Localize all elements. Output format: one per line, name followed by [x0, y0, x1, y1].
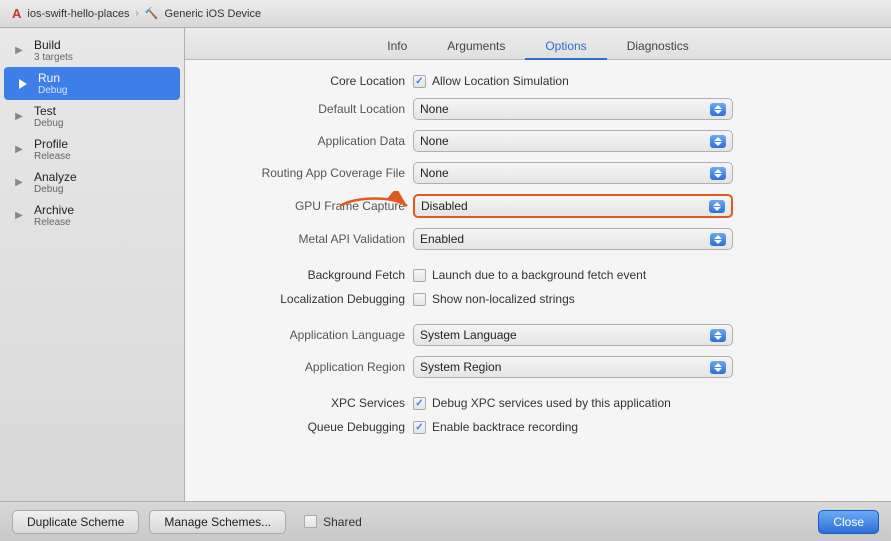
- queue-debugging-checkbox-row: Enable backtrace recording: [413, 420, 578, 434]
- application-region-row: Application Region System Region: [205, 356, 871, 378]
- shared-area: Shared: [304, 515, 362, 529]
- default-location-select[interactable]: None: [413, 98, 733, 120]
- bottom-bar: Duplicate Scheme Manage Schemes... Share…: [0, 501, 891, 541]
- profile-icon: ▶: [10, 144, 28, 155]
- localization-debugging-checkbox-label: Show non-localized strings: [432, 292, 575, 306]
- application-region-control: System Region: [413, 356, 733, 378]
- gpu-frame-capture-control: Disabled: [413, 194, 733, 218]
- device-name: Generic iOS Device: [165, 8, 262, 20]
- annotation-arrow: [335, 191, 415, 221]
- run-icon: [14, 79, 32, 89]
- application-language-control: System Language: [413, 324, 733, 346]
- background-fetch-row: Background Fetch Launch due to a backgro…: [205, 268, 871, 282]
- gpu-frame-capture-arrow: [709, 200, 725, 213]
- application-language-select[interactable]: System Language: [413, 324, 733, 346]
- duplicate-scheme-button[interactable]: Duplicate Scheme: [12, 510, 139, 534]
- archive-icon: ▶: [10, 210, 28, 221]
- routing-app-coverage-label: Routing App Coverage File: [205, 166, 405, 180]
- application-language-arrow: [710, 329, 726, 342]
- application-region-select[interactable]: System Region: [413, 356, 733, 378]
- queue-debugging-row: Queue Debugging Enable backtrace recordi…: [205, 420, 871, 434]
- application-region-arrow: [710, 361, 726, 374]
- application-data-label: Application Data: [205, 134, 405, 148]
- close-button[interactable]: Close: [818, 510, 879, 534]
- routing-app-coverage-select[interactable]: None: [413, 162, 733, 184]
- sidebar-item-build[interactable]: ▶ Build 3 targets: [0, 34, 184, 67]
- xpc-services-checkbox-label: Debug XPC services used by this applicat…: [432, 396, 671, 410]
- localization-debugging-checkbox[interactable]: [413, 293, 426, 306]
- routing-app-coverage-control: None: [413, 162, 733, 184]
- queue-debugging-checkbox-label: Enable backtrace recording: [432, 420, 578, 434]
- metal-api-validation-label: Metal API Validation: [205, 232, 405, 246]
- metal-api-validation-control: Enabled: [413, 228, 733, 250]
- project-name: ios-swift-hello-places: [27, 8, 129, 20]
- main-container: ▶ Build 3 targets Run Debug ▶ Test Debug: [0, 28, 891, 501]
- sidebar: ▶ Build 3 targets Run Debug ▶ Test Debug: [0, 28, 185, 501]
- application-data-select[interactable]: None: [413, 130, 733, 152]
- background-fetch-label: Background Fetch: [205, 268, 405, 282]
- analyze-icon: ▶: [10, 177, 28, 188]
- default-location-control: None: [413, 98, 733, 120]
- title-bar: A ios-swift-hello-places › 🔨 Generic iOS…: [0, 0, 891, 28]
- core-location-row: Core Location Allow Location Simulation: [205, 74, 871, 88]
- core-location-checkbox-label: Allow Location Simulation: [432, 74, 569, 88]
- manage-schemes-button[interactable]: Manage Schemes...: [149, 510, 286, 534]
- metal-api-validation-select[interactable]: Enabled: [413, 228, 733, 250]
- gpu-frame-capture-select[interactable]: Disabled: [413, 194, 733, 218]
- application-language-label: Application Language: [205, 328, 405, 342]
- core-location-checkbox-row: Allow Location Simulation: [413, 74, 569, 88]
- breadcrumb-chevron: ›: [135, 8, 138, 19]
- queue-debugging-checkbox[interactable]: [413, 421, 426, 434]
- application-region-label: Application Region: [205, 360, 405, 374]
- core-location-checkbox[interactable]: [413, 75, 426, 88]
- shared-checkbox[interactable]: [304, 515, 317, 528]
- application-data-control: None: [413, 130, 733, 152]
- xpc-services-checkbox-row: Debug XPC services used by this applicat…: [413, 396, 671, 410]
- background-fetch-checkbox[interactable]: [413, 269, 426, 282]
- sidebar-item-test[interactable]: ▶ Test Debug: [0, 100, 184, 133]
- xpc-services-row: XPC Services Debug XPC services used by …: [205, 396, 871, 410]
- sidebar-item-run[interactable]: Run Debug: [4, 67, 180, 100]
- background-fetch-checkbox-row: Launch due to a background fetch event: [413, 268, 646, 282]
- localization-debugging-row: Localization Debugging Show non-localize…: [205, 292, 871, 306]
- metal-api-validation-arrow: [710, 233, 726, 246]
- application-data-row: Application Data None: [205, 130, 871, 152]
- xpc-services-label: XPC Services: [205, 396, 405, 410]
- xpc-services-checkbox[interactable]: [413, 397, 426, 410]
- form-area: Core Location Allow Location Simulation …: [185, 60, 891, 501]
- routing-app-coverage-arrow: [710, 167, 726, 180]
- default-location-arrow: [710, 103, 726, 116]
- application-language-row: Application Language System Language: [205, 324, 871, 346]
- localization-debugging-label: Localization Debugging: [205, 292, 405, 306]
- tab-options[interactable]: Options: [525, 34, 606, 60]
- background-fetch-checkbox-label: Launch due to a background fetch event: [432, 268, 646, 282]
- test-icon: ▶: [10, 111, 28, 122]
- queue-debugging-label: Queue Debugging: [205, 420, 405, 434]
- core-location-label: Core Location: [205, 74, 405, 88]
- xcode-icon: A: [12, 6, 21, 21]
- sidebar-item-analyze[interactable]: ▶ Analyze Debug: [0, 166, 184, 199]
- default-location-row: Default Location None: [205, 98, 871, 120]
- tab-info[interactable]: Info: [367, 34, 427, 60]
- sidebar-item-archive[interactable]: ▶ Archive Release: [0, 199, 184, 232]
- shared-label: Shared: [323, 515, 362, 529]
- gpu-frame-capture-row: GPU Frame Capture Disabled: [205, 194, 871, 218]
- default-location-label: Default Location: [205, 102, 405, 116]
- localization-debugging-checkbox-row: Show non-localized strings: [413, 292, 575, 306]
- hammer-icon: 🔨: [145, 7, 159, 20]
- routing-app-coverage-row: Routing App Coverage File None: [205, 162, 871, 184]
- application-data-arrow: [710, 135, 726, 148]
- metal-api-validation-row: Metal API Validation Enabled: [205, 228, 871, 250]
- build-icon: ▶: [10, 45, 28, 56]
- tab-bar: Info Arguments Options Diagnostics: [185, 28, 891, 60]
- sidebar-item-profile[interactable]: ▶ Profile Release: [0, 133, 184, 166]
- tab-diagnostics[interactable]: Diagnostics: [607, 34, 709, 60]
- tab-arguments[interactable]: Arguments: [427, 34, 525, 60]
- content-area: Info Arguments Options Diagnostics Core …: [185, 28, 891, 501]
